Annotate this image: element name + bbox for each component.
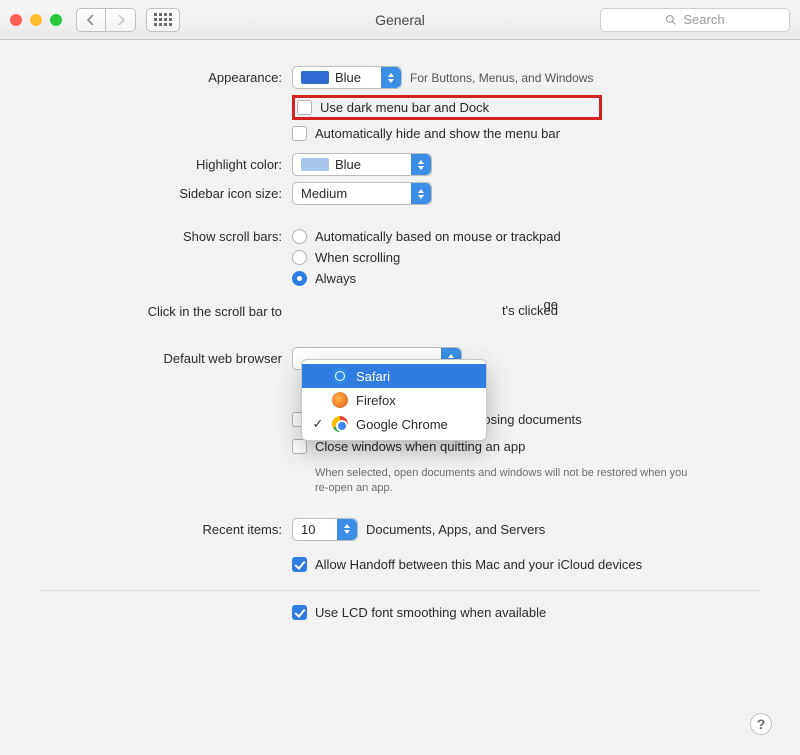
sidebar-icon-size-dropdown[interactable]: Medium <box>292 182 432 205</box>
scrollbars-always-radio[interactable] <box>292 271 307 286</box>
appearance-note: For Buttons, Menus, and Windows <box>410 71 593 85</box>
scrollbars-always-label: Always <box>315 271 356 286</box>
minimize-window-button[interactable] <box>30 14 42 26</box>
blue-swatch-icon <box>301 71 329 84</box>
chevron-updown-icon <box>411 183 431 204</box>
search-icon <box>665 14 677 26</box>
recent-items-value: 10 <box>301 522 315 537</box>
close-windows-label: Close windows when quitting an app <box>315 439 525 454</box>
checkmark-icon: ✓ <box>312 416 324 432</box>
appearance-value: Blue <box>335 70 361 85</box>
browser-option-firefox[interactable]: Firefox <box>302 388 486 412</box>
search-placeholder: Search <box>683 12 724 27</box>
browser-option-label: Safari <box>356 369 390 384</box>
click-scroll-opt2-partial: t's clicked <box>502 303 558 318</box>
titlebar: General Search <box>0 0 800 40</box>
default-web-browser-label: Default web browser <box>40 351 292 366</box>
allow-handoff-label: Allow Handoff between this Mac and your … <box>315 557 642 572</box>
chevron-updown-icon <box>337 519 357 540</box>
lcd-font-smoothing-checkbox[interactable] <box>292 605 307 620</box>
default-browser-popup-menu: Safari Firefox ✓ Google Chrome <box>301 359 487 441</box>
close-windows-note: When selected, open documents and window… <box>292 466 692 496</box>
back-button[interactable] <box>76 8 106 32</box>
scrollbars-when-scrolling-label: When scrolling <box>315 250 400 265</box>
window-traffic-lights <box>10 14 62 26</box>
forward-button[interactable] <box>106 8 136 32</box>
show-all-prefs-button[interactable] <box>146 8 180 32</box>
click-scroll-bar-label: Click in the scroll bar to <box>40 304 292 319</box>
close-window-button[interactable] <box>10 14 22 26</box>
browser-option-safari[interactable]: Safari <box>302 364 486 388</box>
lcd-font-smoothing-label: Use LCD font smoothing when available <box>315 605 546 620</box>
nav-buttons <box>76 8 136 32</box>
help-icon: ? <box>757 716 766 732</box>
chevron-updown-icon <box>381 67 401 88</box>
safari-icon <box>332 368 348 384</box>
sidebar-icon-size-value: Medium <box>301 186 347 201</box>
separator <box>40 590 760 591</box>
browser-option-chrome[interactable]: ✓ Google Chrome <box>302 412 486 436</box>
scrollbars-auto-label: Automatically based on mouse or trackpad <box>315 229 561 244</box>
highlight-color-label: Highlight color: <box>40 157 292 172</box>
recent-items-suffix: Documents, Apps, and Servers <box>366 522 545 537</box>
help-button[interactable]: ? <box>750 713 772 735</box>
allow-handoff-checkbox[interactable] <box>292 557 307 572</box>
scrollbars-when-scrolling-radio[interactable] <box>292 250 307 265</box>
close-windows-checkbox[interactable] <box>292 439 307 454</box>
show-scroll-bars-label: Show scroll bars: <box>40 229 292 244</box>
use-dark-menu-label: Use dark menu bar and Dock <box>320 100 489 115</box>
chevron-updown-icon <box>411 154 431 175</box>
autohide-menubar-checkbox[interactable] <box>292 126 307 141</box>
autohide-menubar-label: Automatically hide and show the menu bar <box>315 126 560 141</box>
sidebar-icon-size-label: Sidebar icon size: <box>40 186 292 201</box>
scrollbars-auto-radio[interactable] <box>292 229 307 244</box>
general-pane: Appearance: Blue For Buttons, Menus, and… <box>0 40 800 755</box>
highlighted-option-annotation: Use dark menu bar and Dock <box>292 95 602 120</box>
browser-option-label: Firefox <box>356 393 396 408</box>
highlight-color-dropdown[interactable]: Blue <box>292 153 432 176</box>
recent-items-dropdown[interactable]: 10 <box>292 518 358 541</box>
grid-icon <box>154 13 172 26</box>
firefox-icon <box>332 392 348 408</box>
chrome-icon <box>332 416 348 432</box>
recent-items-label: Recent items: <box>40 522 292 537</box>
use-dark-menu-checkbox[interactable] <box>297 100 312 115</box>
browser-option-label: Google Chrome <box>356 417 448 432</box>
highlight-color-value: Blue <box>335 157 361 172</box>
highlight-swatch-icon <box>301 158 329 171</box>
appearance-label: Appearance: <box>40 70 292 85</box>
maximize-window-button[interactable] <box>50 14 62 26</box>
appearance-dropdown[interactable]: Blue <box>292 66 402 89</box>
search-input[interactable]: Search <box>600 8 790 32</box>
